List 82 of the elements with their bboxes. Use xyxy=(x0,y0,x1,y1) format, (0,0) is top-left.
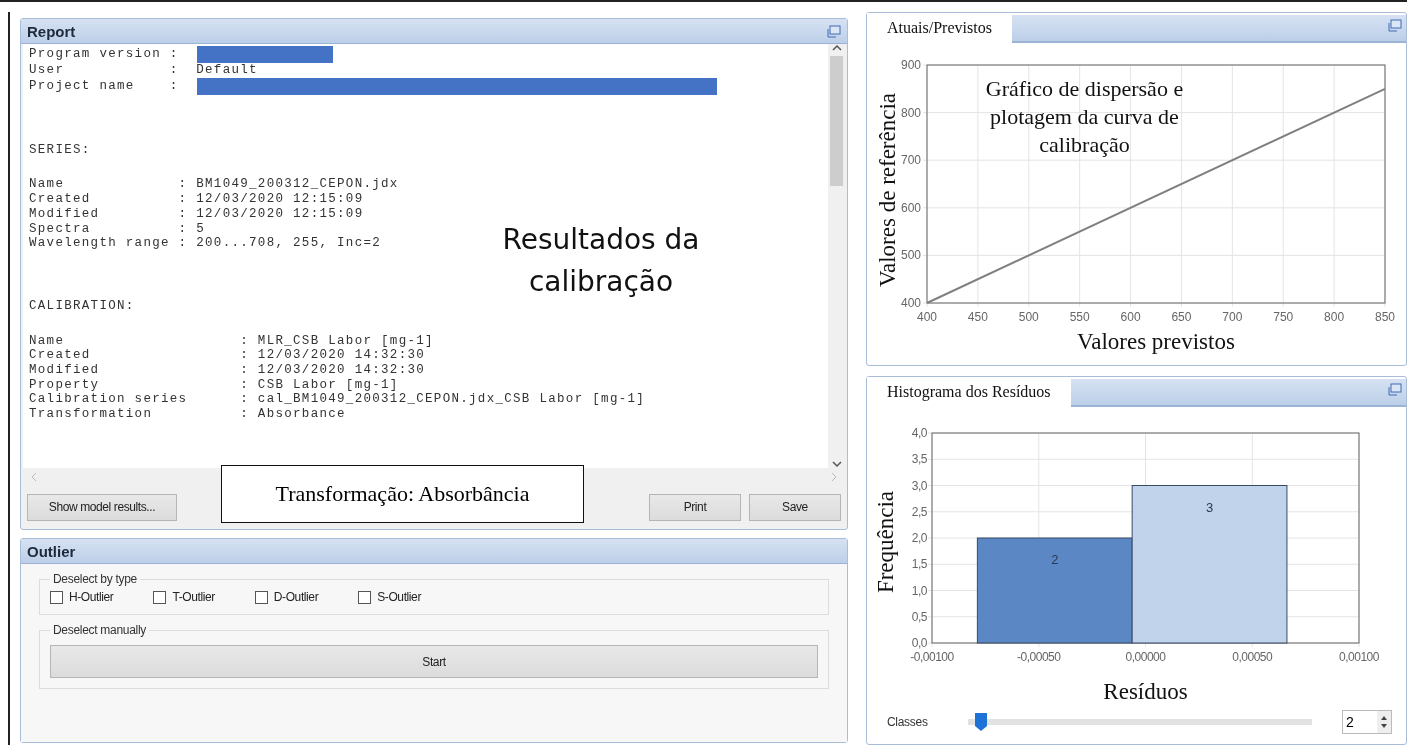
report-line: Program version : xyxy=(29,47,179,62)
checkbox[interactable] xyxy=(153,590,167,604)
axis-title: Frequência xyxy=(873,490,898,594)
group-title: Deselect by type xyxy=(52,572,138,586)
dock-icon[interactable] xyxy=(1388,19,1402,32)
report-line: Transformation : Absorbance xyxy=(29,407,346,422)
tick-label: 1,5 xyxy=(911,557,927,572)
tick-label: 650 xyxy=(1171,310,1192,324)
annotation-callout: Transformação: Absorbância xyxy=(221,465,584,523)
tick-label: 700 xyxy=(1222,310,1243,324)
vertical-scrollbar[interactable] xyxy=(828,44,845,468)
tick-label: 4,0 xyxy=(911,426,927,440)
tick-label: 0,0 xyxy=(911,636,927,650)
report-line: Name : BM1049_200312_CEPON.jdx xyxy=(29,177,399,193)
report-line: User : Default xyxy=(29,63,258,78)
report-line: Wavelength range : 200...708, 255, Inc=2 xyxy=(29,236,382,251)
start-button[interactable]: Start xyxy=(50,645,818,678)
tick-label: 450 xyxy=(967,310,988,324)
tick-label: 600 xyxy=(900,200,921,215)
tick-label: 600 xyxy=(1120,310,1141,324)
checkbox-label: T-Outlier xyxy=(172,590,215,604)
tick-label: 0,00050 xyxy=(1232,650,1273,664)
report-line: Spectra : 5 xyxy=(29,221,206,237)
tick-label: 800 xyxy=(900,105,921,120)
axis-title: Valores de referência xyxy=(875,92,900,288)
tick-label: 500 xyxy=(900,248,921,263)
show-results-button[interactable]: Show model results... xyxy=(27,493,177,521)
section-heading: SERIES: xyxy=(29,142,92,158)
classes-spinbox[interactable]: 2 xyxy=(1342,710,1392,734)
checkbox[interactable] xyxy=(358,590,372,604)
report-line: Name : MLR_CSB Labor [mg-1] xyxy=(29,333,434,349)
panel-title: Report xyxy=(27,22,76,40)
tick-label: 750 xyxy=(1273,310,1294,324)
tick-label: -0,00050 xyxy=(1017,650,1061,664)
dock-icon[interactable] xyxy=(827,24,841,38)
report-line: Created : 12/03/2020 14:32:30 xyxy=(29,348,426,364)
tick-label: 1,0 xyxy=(911,583,927,598)
scroll-up-icon[interactable] xyxy=(831,44,842,52)
axis-title: Resíduos xyxy=(1103,679,1188,704)
tick-label: 900 xyxy=(900,58,921,72)
annotation-text: Gráfico de dispersão e plotagem da curva de calibração xyxy=(984,75,1185,159)
group-title: Deselect manually xyxy=(52,623,147,637)
tick-label: 2,5 xyxy=(911,504,927,519)
bar-value-label: 3 xyxy=(1205,499,1214,515)
action-button[interactable]: Save xyxy=(749,493,841,521)
tick-label: 2,0 xyxy=(911,531,927,545)
annotation-text: Resultados da calibração xyxy=(501,222,701,300)
checkbox-label: S-Outlier xyxy=(377,590,421,604)
tick-label: 3,0 xyxy=(911,478,927,493)
section-heading: CALIBRATION: xyxy=(29,298,136,314)
tick-label: 400 xyxy=(917,310,937,324)
tick-label: 550 xyxy=(1069,310,1090,324)
tick-label: 0,00000 xyxy=(1125,650,1166,664)
tick-label: -0,00100 xyxy=(910,650,954,664)
scrollbar-thumb[interactable] xyxy=(830,56,843,186)
action-button[interactable]: Print xyxy=(649,493,741,521)
axis-title: Valores previstos xyxy=(1077,329,1235,354)
tick-label: 850 xyxy=(1375,310,1395,324)
slider-label: Classes xyxy=(887,715,928,729)
spin-arrows-icon[interactable] xyxy=(1377,711,1391,733)
tick-label: 400 xyxy=(900,296,921,310)
checkbox-label: H-Outlier xyxy=(69,590,114,604)
tick-label: 800 xyxy=(1324,310,1345,324)
bar-value-label: 2 xyxy=(1051,552,1059,567)
slider-thumb[interactable] xyxy=(974,712,989,732)
tick-label: 500 xyxy=(1018,310,1039,324)
checkbox[interactable] xyxy=(254,590,268,604)
report-line: Created : 12/03/2020 12:15:09 xyxy=(29,192,364,207)
report-line: Calibration series : cal_BM1049_200312_CEPON.jdx_CSB Labor [mg-1] xyxy=(29,392,646,408)
tick-label: 0,5 xyxy=(911,609,927,624)
panel-title: Outlier xyxy=(27,542,76,560)
dock-icon[interactable] xyxy=(1388,383,1402,396)
report-line: Modified : 12/03/2020 12:15:09 xyxy=(29,206,364,222)
scroll-down-icon[interactable] xyxy=(831,460,842,468)
checkbox-label: D-Outlier xyxy=(273,590,319,604)
tick-label: 700 xyxy=(900,153,921,168)
checkbox[interactable] xyxy=(50,590,63,604)
report-line: Project name : xyxy=(29,78,179,94)
tick-label: 3,5 xyxy=(911,452,927,467)
report-line: Modified : 12/03/2020 14:32:30 xyxy=(29,363,426,378)
tick-label: 0,00100 xyxy=(1339,650,1379,664)
report-line: Property : CSB Labor [mg-1] xyxy=(29,377,399,393)
